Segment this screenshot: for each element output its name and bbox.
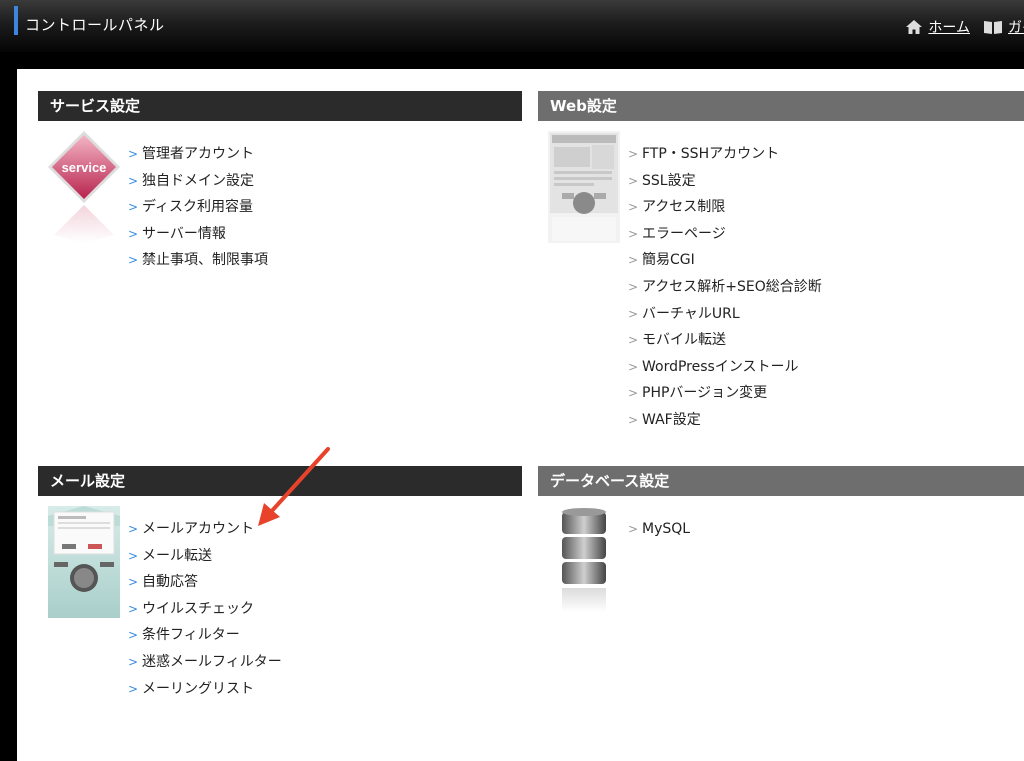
web-item-access-restriction[interactable]: > アクセス制限 <box>628 199 822 226</box>
mail-settings-list: > メールアカウント > メール転送 > 自動応答 > ウイルスチェック > 条件フィルタ… <box>128 521 282 707</box>
service-image: service <box>48 131 120 243</box>
chevron-right-icon: > <box>628 386 639 401</box>
web-item-waf[interactable]: > WAF設定 <box>628 412 822 439</box>
chevron-right-icon: > <box>628 253 639 268</box>
chevron-right-icon: > <box>628 226 639 241</box>
mail-item-virus-check[interactable]: > ウイルスチェック <box>128 601 282 628</box>
web-settings-list: > FTP・SSHアカウント > SSL設定 > アクセス制限 > エラーページ > 簡易… <box>628 146 822 439</box>
chevron-right-icon: > <box>628 333 639 348</box>
mail-item-account[interactable]: > メールアカウント <box>128 521 282 548</box>
chevron-right-icon: > <box>128 681 139 696</box>
service-item-server-info[interactable]: > サーバー情報 <box>128 226 268 253</box>
database-settings-list: > MySQL <box>628 521 690 548</box>
web-item-ssl[interactable]: > SSL設定 <box>628 173 822 200</box>
web-image <box>548 131 620 243</box>
chevron-right-icon: > <box>628 359 639 374</box>
mail-item-spam-filter[interactable]: > 迷惑メールフィルター <box>128 654 282 681</box>
service-item-restrictions[interactable]: > 禁止事項、制限事項 <box>128 252 268 279</box>
service-item-admin-account[interactable]: > 管理者アカウント <box>128 146 268 173</box>
chevron-right-icon: > <box>628 173 639 188</box>
chevron-right-icon: > <box>628 147 639 161</box>
web-item-ftp-ssh[interactable]: > FTP・SSHアカウント <box>628 146 822 173</box>
database-image <box>562 508 606 612</box>
chevron-right-icon: > <box>128 200 139 215</box>
mail-item-autoreply[interactable]: > 自動応答 <box>128 574 282 601</box>
service-settings-section: サービス設定 service > 管理者アカウント > 独自ドメイン設定 > デ… <box>38 91 522 271</box>
chevron-right-icon: > <box>128 575 139 590</box>
service-item-domain[interactable]: > 独自ドメイン設定 <box>128 173 268 200</box>
nav-guide-label: ガイ <box>1008 20 1024 36</box>
mail-image <box>48 506 120 618</box>
nav-guide-link[interactable]: ガイ <box>984 17 1024 37</box>
database-settings-header: データベース設定 <box>538 466 1024 496</box>
web-item-mobile-redirect[interactable]: > モバイル転送 <box>628 332 822 359</box>
service-settings-header: サービス設定 <box>38 91 522 121</box>
chevron-right-icon: > <box>628 279 639 294</box>
chevron-right-icon: > <box>628 412 639 427</box>
main-content: サービス設定 service > 管理者アカウント > 独自ドメイン設定 > デ… <box>17 69 1024 761</box>
chevron-right-icon: > <box>128 226 139 241</box>
book-icon <box>984 21 1002 34</box>
chevron-right-icon: > <box>128 253 139 268</box>
web-item-analytics-seo[interactable]: > アクセス解析+SEO総合診断 <box>628 279 822 306</box>
chevron-right-icon: > <box>128 548 139 563</box>
chevron-right-icon: > <box>128 654 139 669</box>
web-item-wordpress-install[interactable]: > WordPressインストール <box>628 359 822 386</box>
web-item-error-page[interactable]: > エラーページ <box>628 226 822 253</box>
nav-home-label: ホーム <box>928 20 970 36</box>
mail-item-mailing-list[interactable]: > メーリングリスト <box>128 681 282 708</box>
top-bar: コントロールパネル ホーム ガイ <box>0 0 1024 52</box>
service-image-label: service <box>62 160 107 175</box>
home-icon <box>906 20 923 34</box>
chevron-right-icon: > <box>628 200 639 215</box>
nav-home-link[interactable]: ホーム <box>906 17 970 37</box>
database-settings-section: データベース設定 > MySQL <box>538 466 1024 636</box>
web-settings-header: Web設定 <box>538 91 1024 121</box>
chevron-right-icon: > <box>628 522 639 536</box>
web-item-simple-cgi[interactable]: > 簡易CGI <box>628 252 822 279</box>
chevron-right-icon: > <box>128 147 139 161</box>
title-accent-bar <box>14 6 18 35</box>
chevron-right-icon: > <box>628 306 639 321</box>
database-item-mysql[interactable]: > MySQL <box>628 521 690 548</box>
chevron-right-icon: > <box>128 628 139 643</box>
app-title: コントロールパネル <box>25 16 165 34</box>
chevron-right-icon: > <box>128 601 139 616</box>
mail-settings-section: メール設定 > メールアカウント > メール転送 > 自動応答 > ウイルスチェ… <box>38 466 522 716</box>
top-nav: ホーム ガイ <box>906 17 1024 37</box>
service-settings-list: > 管理者アカウント > 独自ドメイン設定 > ディスク利用容量 > サーバー情報 > 禁… <box>128 146 268 279</box>
mail-settings-header: メール設定 <box>38 466 522 496</box>
web-settings-section: Web設定 > FTP・SSHアカウント > SSL設定 > アクセス制限 > … <box>538 91 1024 461</box>
web-item-virtual-url[interactable]: > バーチャルURL <box>628 306 822 333</box>
mail-item-forwarding[interactable]: > メール転送 <box>128 548 282 575</box>
web-item-php-version[interactable]: > PHPバージョン変更 <box>628 385 822 412</box>
mail-item-filter[interactable]: > 条件フィルター <box>128 627 282 654</box>
chevron-right-icon: > <box>128 173 139 188</box>
chevron-right-icon: > <box>128 522 139 536</box>
service-item-disk[interactable]: > ディスク利用容量 <box>128 199 268 226</box>
